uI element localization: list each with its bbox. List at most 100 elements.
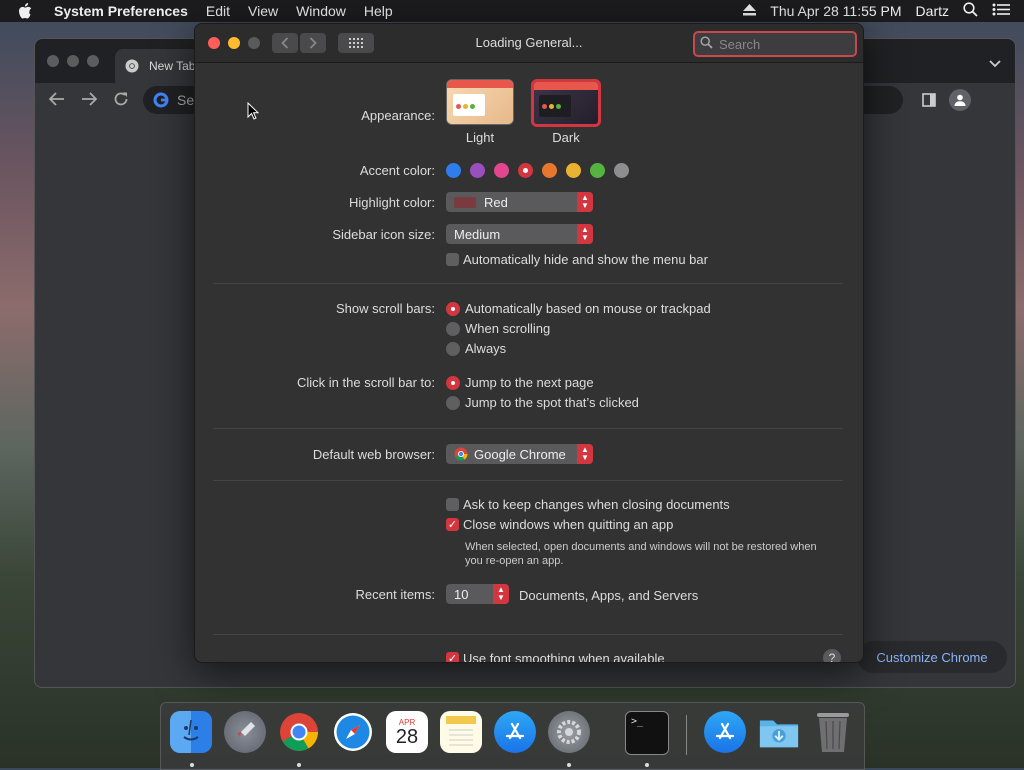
trash-icon[interactable]	[812, 711, 854, 753]
dock-divider	[686, 715, 687, 755]
menu-help[interactable]: Help	[364, 3, 393, 19]
appearance-dark-label: Dark	[552, 130, 580, 145]
chrome-zoom-button[interactable]	[87, 55, 99, 67]
app-store-folder-icon[interactable]	[704, 711, 746, 753]
scroll-bars-always-radio[interactable]	[446, 342, 460, 356]
running-indicator	[190, 763, 194, 767]
chrome-icon	[454, 447, 468, 461]
calendar-day: 28	[395, 725, 419, 748]
finder-icon[interactable]	[170, 711, 212, 753]
default-browser-popup[interactable]: Google Chrome ▲ ▼	[446, 444, 593, 464]
menu-edit[interactable]: Edit	[206, 3, 230, 19]
chrome-sidepanel-icon[interactable]	[922, 93, 936, 112]
app-store-icon[interactable]	[494, 711, 536, 753]
default-browser-label: Default web browser:	[312, 447, 435, 462]
sidebar-icon-size-label: Sidebar icon size:	[332, 227, 435, 242]
accent-swatch-blue[interactable]	[446, 163, 461, 178]
control-center-list-icon[interactable]	[992, 3, 1010, 19]
terminal-icon[interactable]: >_	[625, 711, 669, 755]
prefs-title-bar: Loading General...	[195, 24, 863, 63]
default-browser-value: Google Chrome	[474, 446, 566, 462]
ask-keep-changes-checkbox[interactable]	[446, 498, 459, 511]
safari-icon[interactable]	[332, 711, 374, 753]
running-indicator	[297, 763, 301, 767]
accent-color-label: Accent color:	[359, 163, 435, 178]
chrome-forward-icon[interactable]	[81, 92, 98, 111]
spotlight-search-icon[interactable]	[963, 2, 978, 20]
show-scroll-bars-label: Show scroll bars:	[336, 301, 435, 316]
notes-icon[interactable]	[440, 711, 482, 753]
accent-swatch-graphite[interactable]	[614, 163, 629, 178]
apple-menu-icon[interactable]	[18, 3, 36, 19]
menubar-clock[interactable]: Thu Apr 28 11:55 PM	[770, 3, 901, 19]
recent-items-popup[interactable]: 10 ▲ ▼	[446, 584, 509, 604]
accent-swatch-pink[interactable]	[494, 163, 509, 178]
close-windows-note: When selected, open documents and window…	[465, 541, 817, 567]
chrome-tab-title: New Tab	[149, 59, 196, 73]
customize-chrome-button[interactable]: Customize Chrome	[857, 641, 1007, 673]
accent-swatch-red[interactable]	[518, 163, 533, 178]
menu-bar: System Preferences Edit View Window Help…	[0, 0, 1024, 22]
sidebar-icon-size-popup[interactable]: Medium ▲ ▼	[446, 224, 593, 244]
appearance-label: Appearance:	[361, 108, 435, 123]
eject-icon[interactable]	[743, 3, 757, 19]
menu-window[interactable]: Window	[296, 3, 346, 19]
chrome-profile-icon[interactable]	[949, 89, 971, 111]
accent-swatch-purple[interactable]	[470, 163, 485, 178]
sidebar-icon-size-value: Medium	[454, 226, 501, 242]
close-windows-label: Close windows when quitting an app	[463, 517, 674, 532]
chrome-tab-search-chevron-icon[interactable]	[989, 55, 1001, 73]
scroll-bars-when-scrolling-label: When scrolling	[465, 321, 551, 336]
launchpad-icon[interactable]	[224, 711, 266, 753]
chrome-back-icon[interactable]	[48, 92, 65, 111]
scroll-bars-auto-label: Automatically based on mouse or trackpad	[465, 301, 711, 316]
jump-spot-clicked-radio[interactable]	[446, 396, 460, 410]
auto-hide-menubar-label: Automatically hide and show the menu bar	[463, 252, 708, 267]
scroll-bars-when-scrolling-radio[interactable]	[446, 322, 460, 336]
chrome-minimize-button[interactable]	[67, 55, 79, 67]
divider	[213, 283, 843, 284]
chrome-tab-favicon	[125, 59, 139, 73]
popup-arrows-icon: ▲ ▼	[577, 224, 593, 244]
scroll-bars-always-label: Always	[465, 341, 507, 356]
app-menu[interactable]: System Preferences	[54, 3, 188, 19]
help-button[interactable]: ?	[823, 649, 841, 663]
font-smoothing-checkbox[interactable]: ✓	[446, 652, 459, 662]
close-windows-checkbox[interactable]: ✓	[446, 518, 459, 531]
appearance-dark-thumbnail[interactable]	[531, 79, 601, 127]
calendar-icon[interactable]: APR 28	[386, 711, 428, 753]
scroll-bars-auto-radio[interactable]	[446, 302, 460, 316]
running-indicator	[567, 763, 571, 767]
auto-hide-menubar-checkbox[interactable]	[446, 253, 459, 266]
running-indicator	[645, 763, 649, 767]
popup-arrows-icon: ▲ ▼	[493, 584, 509, 604]
search-field[interactable]	[693, 31, 857, 57]
downloads-folder-icon[interactable]	[758, 711, 800, 753]
appearance-light-label: Light	[465, 130, 495, 145]
recent-items-label: Recent items:	[355, 587, 435, 602]
popup-arrows-icon: ▲ ▼	[577, 444, 593, 464]
system-preferences-icon[interactable]	[548, 711, 590, 753]
menubar-user[interactable]: Dartz	[916, 3, 949, 19]
highlight-color-label: Highlight color:	[349, 195, 435, 210]
help-button-label: ?	[828, 651, 836, 663]
divider	[213, 428, 843, 429]
google-g-icon	[153, 92, 169, 108]
accent-swatch-yellow[interactable]	[566, 163, 581, 178]
highlight-color-popup[interactable]: Red ▲ ▼	[446, 192, 593, 212]
popup-arrows-icon: ▲ ▼	[577, 192, 593, 212]
jump-next-page-radio[interactable]	[446, 376, 460, 390]
appearance-light-thumbnail[interactable]	[446, 79, 514, 125]
accent-swatch-orange[interactable]	[542, 163, 557, 178]
terminal-prompt: >_	[631, 716, 644, 727]
accent-swatch-green[interactable]	[590, 163, 605, 178]
chrome-icon[interactable]	[278, 711, 320, 753]
menu-view[interactable]: View	[248, 3, 278, 19]
search-input[interactable]	[717, 34, 841, 54]
recent-items-value: 10	[454, 586, 469, 602]
dock: APR 28 >_	[160, 702, 865, 770]
chrome-close-button[interactable]	[47, 55, 59, 67]
chrome-reload-icon[interactable]	[113, 91, 129, 112]
system-preferences-window: Loading General... Appearance: Light Dar…	[194, 23, 864, 663]
jump-spot-clicked-label: Jump to the spot that’s clicked	[465, 395, 639, 410]
